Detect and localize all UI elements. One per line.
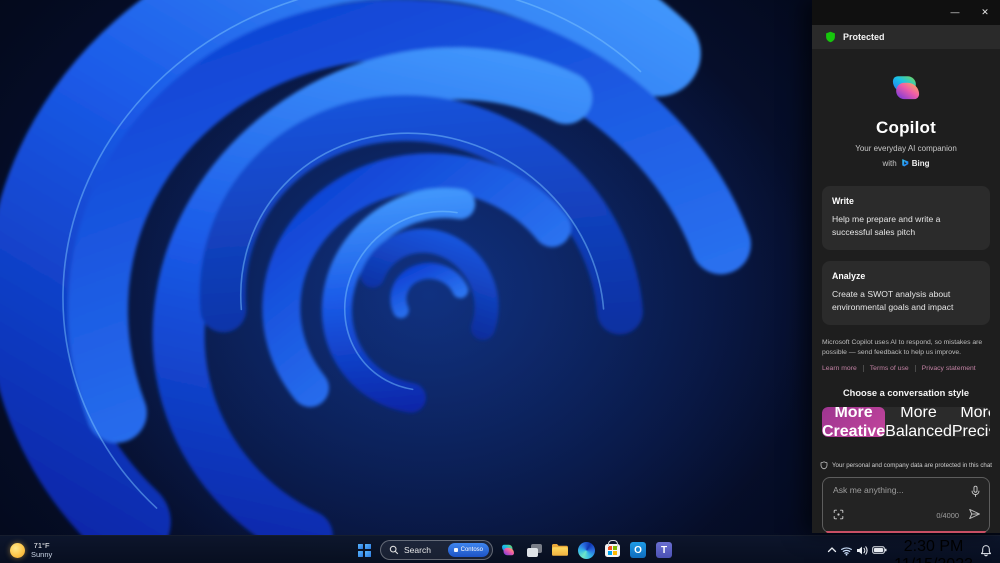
style-option-label: Creative — [822, 422, 886, 437]
privacy-statement-link[interactable]: Privacy statement — [922, 365, 976, 372]
style-option-label: Balanced — [885, 422, 952, 437]
ai-disclaimer: Microsoft Copilot uses AI to respond, so… — [822, 338, 983, 357]
search-icon — [389, 545, 399, 555]
search-label: Search — [404, 545, 431, 555]
copilot-logo — [892, 76, 920, 100]
minimize-button[interactable]: — — [940, 0, 970, 25]
panel-titlebar: — ✕ — [812, 0, 1000, 25]
copilot-panel: — ✕ Protected Copilot Your everyday AI c… — [812, 0, 1000, 533]
style-option-more-balanced[interactable]: More Balanced — [885, 407, 952, 437]
org-logo-icon — [453, 548, 458, 552]
style-option-label: Precise — [951, 422, 990, 437]
style-option-label: More — [834, 407, 873, 421]
weather-condition: Sunny — [31, 550, 53, 559]
taskbar-center: Search Contoso — [352, 536, 675, 563]
card-body: Help me prepare and write a successful s… — [832, 214, 941, 238]
divider — [862, 365, 864, 373]
card-title: Analyze — [832, 271, 866, 282]
windows-logo-icon — [357, 543, 371, 557]
style-option-more-creative[interactable]: More Creative — [822, 407, 886, 437]
with-bing-row: with Bing — [882, 158, 929, 169]
card-body: Create a SWOT analysis about environment… — [832, 289, 954, 313]
copilot-tagline: Your everyday AI companion — [855, 144, 957, 154]
privacy-shield-icon — [820, 461, 828, 470]
card-title: Write — [832, 196, 854, 207]
terms-of-use-link[interactable]: Terms of use — [870, 365, 909, 372]
style-option-label: More — [960, 407, 990, 421]
composer: 0/4000 — [822, 476, 990, 533]
divider — [914, 365, 916, 373]
screen: 71°F Sunny Search Contoso O T 2:30 PM — … — [0, 0, 1000, 563]
style-chooser-heading: Choose a conversation style — [842, 388, 970, 399]
file-explorer-icon — [552, 544, 568, 556]
tray-date: 11/15/2023 — [894, 556, 973, 563]
privacy-note: Your personal and company data are prote… — [820, 461, 992, 470]
taskbar-app-outlook[interactable] — [627, 538, 649, 562]
with-text: with — [882, 159, 897, 169]
panel-body: Copilot Your everyday AI companion with … — [812, 49, 1000, 533]
microphone-icon[interactable] — [970, 485, 981, 503]
protected-banner: Protected — [812, 25, 1000, 49]
send-icon[interactable] — [968, 507, 981, 525]
taskbar-app-file-explorer[interactable] — [549, 538, 571, 562]
teams-icon — [656, 542, 672, 558]
bing-label: Bing — [911, 159, 930, 169]
search-org-badge[interactable]: Contoso — [447, 543, 489, 557]
footer-links: Learn more Terms of use Privacy statemen… — [822, 365, 990, 373]
search-box[interactable]: Search Contoso — [380, 540, 493, 560]
tray-clock[interactable]: 2:30 PM 11/15/2023 — [890, 538, 977, 563]
tray-chevron-up-icon[interactable] — [827, 538, 837, 562]
edge-icon — [577, 541, 595, 559]
taskbar-app-task-view[interactable] — [523, 538, 545, 562]
wallpaper-bloom — [0, 0, 812, 535]
taskbar-app-edge[interactable] — [575, 538, 597, 562]
tray-time: 2:30 PM — [903, 538, 964, 555]
org-badge-label: Contoso — [460, 547, 483, 553]
suggestion-card-analyze[interactable]: Analyze Create a SWOT analysis about env… — [822, 261, 990, 325]
privacy-note-text: Your personal and company data are prote… — [831, 461, 993, 469]
sun-icon — [10, 542, 25, 558]
taskbar: 71°F Sunny Search Contoso O T 2:30 PM — [0, 535, 1000, 563]
battery-icon[interactable] — [872, 538, 887, 562]
notification-bell-icon[interactable] — [980, 538, 992, 562]
microsoft-store-icon — [604, 539, 620, 557]
weather-temperature: 71°F — [33, 541, 50, 550]
suggestion-card-write[interactable]: Write Help me prepare and write a succes… — [822, 186, 990, 251]
learn-more-link[interactable]: Learn more — [822, 365, 857, 372]
screenshot-icon[interactable] — [833, 507, 844, 525]
style-option-more-precise[interactable]: More Precise — [952, 407, 990, 437]
protected-shield-icon — [826, 31, 835, 43]
wifi-icon[interactable] — [840, 538, 853, 562]
taskbar-app-microsoft-store[interactable] — [601, 538, 623, 562]
style-option-label: More — [900, 407, 937, 421]
volume-icon[interactable] — [856, 538, 869, 562]
outlook-icon — [630, 542, 646, 558]
start-button[interactable] — [352, 538, 376, 562]
protected-label: Protected — [843, 32, 885, 42]
char-counter: 0/4000 — [936, 511, 959, 521]
weather-widget[interactable]: 71°F Sunny — [0, 536, 62, 563]
system-tray: 2:30 PM 11/15/2023 — [827, 536, 1000, 563]
copilot-icon — [502, 544, 514, 556]
chat-input[interactable] — [833, 484, 963, 507]
conversation-style-selector: More Creative More Balanced More Precise — [822, 407, 990, 437]
copilot-title: Copilot — [876, 118, 936, 138]
taskbar-app-teams[interactable] — [653, 538, 675, 562]
composer-toolbar: 0/4000 — [833, 507, 981, 525]
bing-icon — [901, 159, 909, 167]
close-button[interactable]: ✕ — [970, 0, 1000, 25]
task-view-icon — [526, 543, 542, 557]
taskbar-app-copilot[interactable] — [497, 538, 519, 562]
composer-accent-underline — [826, 530, 986, 533]
